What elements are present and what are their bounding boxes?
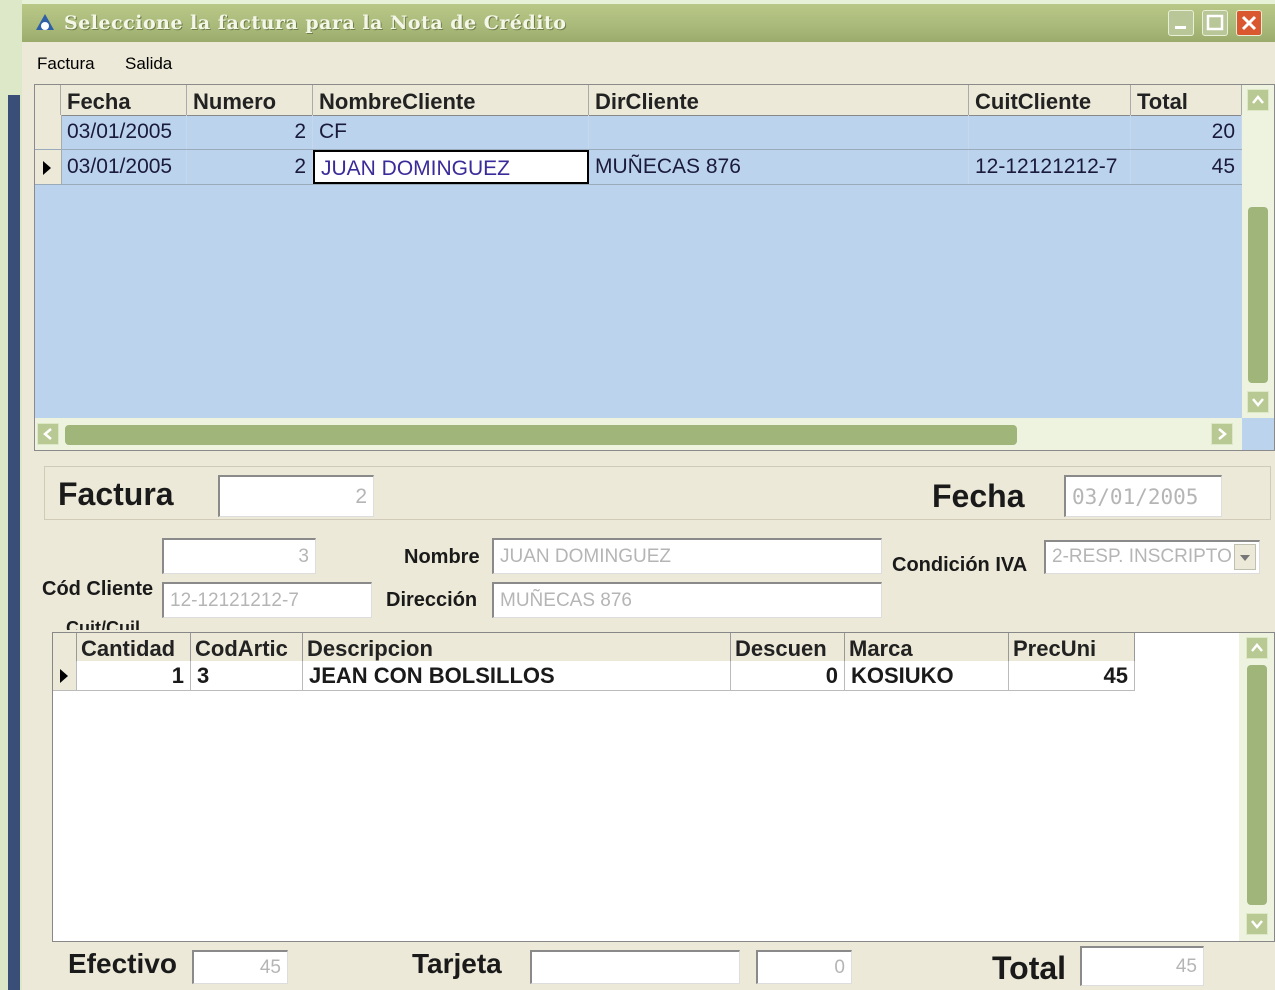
- cell-numero[interactable]: 2: [187, 115, 313, 149]
- arrow-left-icon: [43, 428, 52, 440]
- taskbar-edge: [8, 95, 20, 990]
- col-header-marca[interactable]: Marca: [845, 633, 1009, 661]
- col-header-descuento[interactable]: Descuen: [731, 633, 845, 661]
- cell-descripcion[interactable]: JEAN CON BOLSILLOS: [303, 661, 731, 691]
- total-label: Total: [992, 950, 1067, 986]
- factura-number-field[interactable]: 2: [218, 475, 374, 517]
- cod-cliente-field[interactable]: 3: [162, 538, 316, 574]
- scroll-right-button[interactable]: [1211, 423, 1233, 445]
- app-icon: [36, 14, 54, 30]
- row-indicator-header: [35, 85, 61, 115]
- table-row[interactable]: 03/01/2005 2 JUAN DOMINGUEZ MUÑECAS 876 …: [35, 150, 1242, 185]
- scroll-thumb-horizontal[interactable]: [65, 425, 1017, 445]
- scroll-thumb[interactable]: [1248, 207, 1268, 383]
- factura-label: Factura: [58, 476, 174, 512]
- cell-cantidad[interactable]: 1: [77, 661, 191, 691]
- cell-dir[interactable]: [589, 115, 969, 149]
- menu-salida[interactable]: Salida: [125, 54, 172, 74]
- invoices-grid[interactable]: Fecha Numero NombreCliente DirCliente Cu…: [34, 84, 1275, 451]
- scroll-up-button[interactable]: [1247, 89, 1269, 111]
- cell-fecha[interactable]: 03/01/2005: [61, 115, 187, 149]
- cell-cuit[interactable]: 12-12121212-7: [969, 150, 1131, 184]
- scroll-up-button[interactable]: [1246, 637, 1268, 659]
- arrow-up-icon: [1251, 643, 1263, 652]
- fecha-field[interactable]: 03/01/2005: [1064, 475, 1222, 517]
- col-header-cuitcliente[interactable]: CuitCliente: [969, 85, 1131, 115]
- credit-note-invoice-window: Seleccione la factura para la Nota de Cr…: [22, 4, 1275, 990]
- cell-total[interactable]: 20: [1131, 115, 1242, 149]
- row-indicator[interactable]: [35, 150, 62, 184]
- table-row[interactable]: 03/01/2005 2 CF 20: [35, 115, 1242, 150]
- cuit-field[interactable]: 12-12121212-7: [162, 582, 372, 618]
- current-row-arrow-icon: [43, 161, 51, 175]
- cod-cliente-label: Cód Cliente: [42, 578, 154, 600]
- maximize-icon: [1206, 14, 1224, 31]
- col-header-fecha[interactable]: Fecha: [61, 85, 187, 115]
- close-button[interactable]: [1236, 10, 1262, 36]
- title-bar[interactable]: Seleccione la factura para la Nota de Cr…: [22, 4, 1275, 42]
- row-indicator[interactable]: [35, 115, 62, 149]
- condicion-iva-select[interactable]: 2-RESP. INSCRIPTO: [1044, 540, 1260, 574]
- menu-bar: Factura Salida: [22, 42, 1275, 84]
- efectivo-field[interactable]: 45: [192, 950, 288, 984]
- col-header-dircliente[interactable]: DirCliente: [589, 85, 969, 115]
- scroll-left-button[interactable]: [37, 423, 59, 445]
- direccion-field[interactable]: MUÑECAS 876: [492, 582, 882, 618]
- col-header-total[interactable]: Total: [1131, 85, 1242, 115]
- row-indicator[interactable]: [53, 661, 77, 691]
- scroll-down-button[interactable]: [1246, 913, 1268, 935]
- arrow-right-icon: [1218, 428, 1227, 440]
- col-header-nombrecliente[interactable]: NombreCliente: [313, 85, 589, 115]
- cell-descuento[interactable]: 0: [731, 661, 845, 691]
- items-grid[interactable]: Cantidad CodArtic Descripcion Descuen Ma…: [52, 632, 1275, 942]
- nombre-label: Nombre: [404, 546, 480, 568]
- tarjeta-field[interactable]: [530, 950, 740, 984]
- cell-dir[interactable]: MUÑECAS 876: [589, 150, 969, 184]
- cuit-label-clip: Cuit/Cuil: [66, 618, 186, 630]
- arrow-down-icon: [1251, 920, 1263, 929]
- cell-numero[interactable]: 2: [187, 150, 313, 184]
- cell-codartic[interactable]: 3: [191, 661, 303, 691]
- current-row-arrow-icon: [60, 669, 68, 683]
- horizontal-scrollbar[interactable]: [35, 418, 1242, 450]
- condicion-iva-dropdown-button[interactable]: [1234, 544, 1256, 570]
- desktop-left-strip: [0, 0, 22, 990]
- maximize-button[interactable]: [1202, 10, 1228, 36]
- scroll-down-button[interactable]: [1247, 391, 1269, 413]
- cell-cuit[interactable]: [969, 115, 1131, 149]
- total-field[interactable]: 45: [1080, 946, 1204, 986]
- nombre-field[interactable]: JUAN DOMINGUEZ: [492, 538, 882, 574]
- cell-marca[interactable]: KOSIUKO: [845, 661, 1009, 691]
- vertical-scrollbar[interactable]: [1242, 85, 1274, 418]
- cell-nombre[interactable]: CF: [313, 115, 589, 149]
- row-indicator-header: [53, 633, 77, 661]
- condicion-iva-label: Condición IVA: [892, 554, 1028, 576]
- minimize-icon: [1175, 26, 1186, 29]
- close-icon: [1241, 15, 1257, 31]
- tarjeta-amount-field[interactable]: 0: [756, 950, 852, 984]
- vertical-scrollbar[interactable]: [1239, 633, 1274, 941]
- arrow-up-icon: [1252, 95, 1264, 104]
- minimize-button[interactable]: [1168, 10, 1194, 36]
- chevron-down-icon: [1240, 555, 1250, 561]
- efectivo-label: Efectivo: [68, 948, 177, 979]
- grid-header: Fecha Numero NombreCliente DirCliente Cu…: [35, 85, 1242, 116]
- cell-precuni[interactable]: 45: [1009, 661, 1135, 691]
- cell-total[interactable]: 45: [1131, 150, 1242, 184]
- scroll-thumb[interactable]: [1247, 665, 1267, 905]
- direccion-label: Dirección: [386, 589, 478, 611]
- col-header-descripcion[interactable]: Descripcion: [303, 633, 731, 661]
- col-header-numero[interactable]: Numero: [187, 85, 313, 115]
- menu-factura[interactable]: Factura: [37, 54, 95, 74]
- col-header-codartic[interactable]: CodArtic: [191, 633, 303, 661]
- col-header-cantidad[interactable]: Cantidad: [77, 633, 191, 661]
- fecha-label: Fecha: [932, 478, 1025, 514]
- col-header-precuni[interactable]: PrecUni: [1009, 633, 1135, 661]
- cell-fecha[interactable]: 03/01/2005: [61, 150, 187, 184]
- cuit-label: Cuit/Cuil: [66, 618, 140, 630]
- tarjeta-label: Tarjeta: [412, 948, 502, 979]
- window-title: Seleccione la factura para la Nota de Cr…: [64, 12, 567, 34]
- cell-nombre-editing[interactable]: JUAN DOMINGUEZ: [313, 150, 589, 184]
- arrow-down-icon: [1252, 398, 1264, 407]
